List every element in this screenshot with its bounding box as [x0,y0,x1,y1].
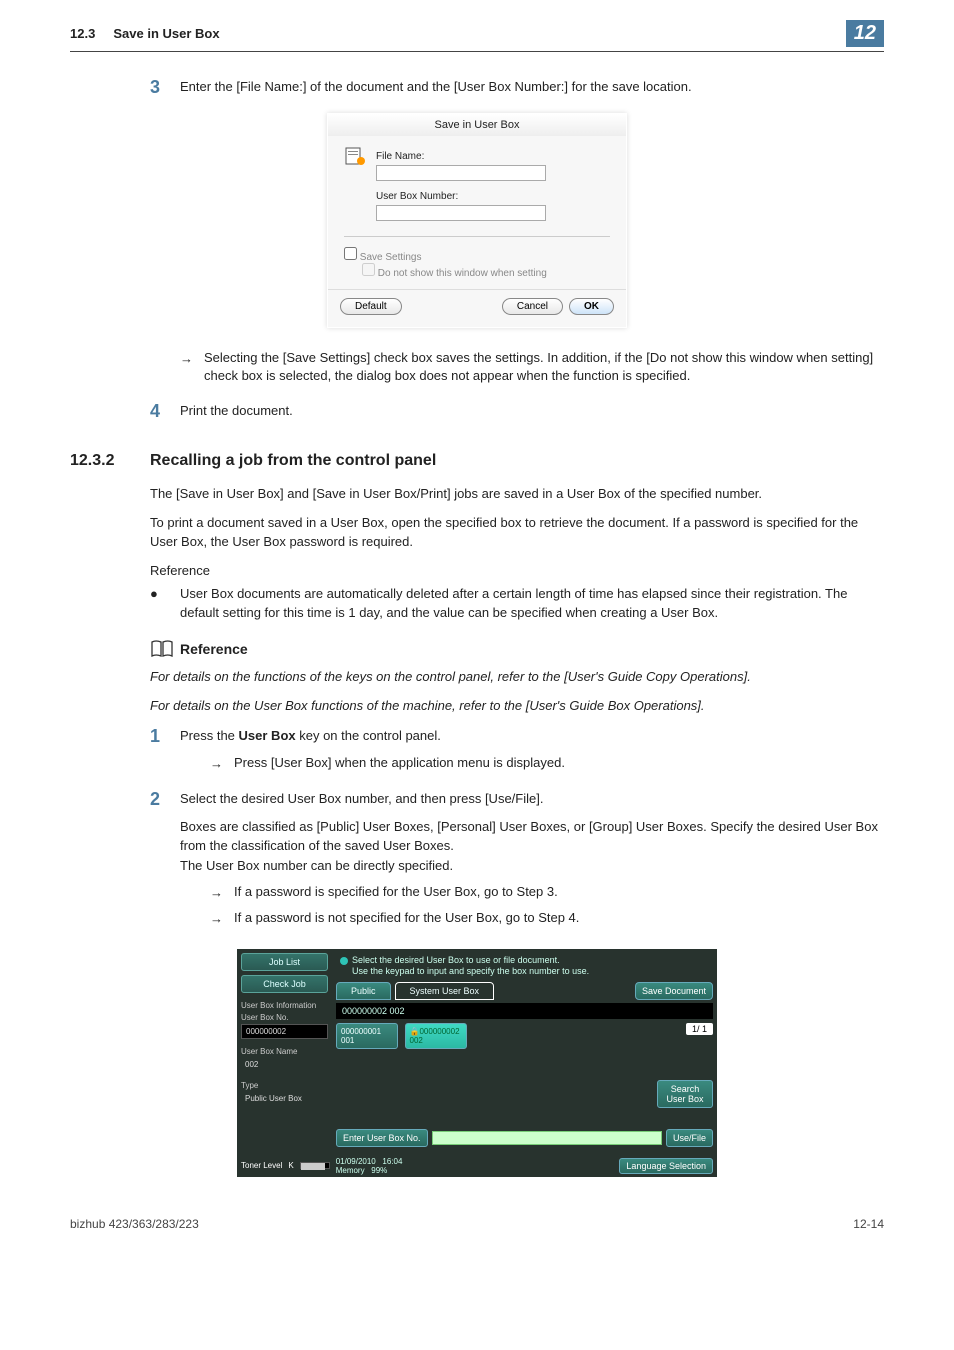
hint-bar: Select the desired User Box to use or fi… [336,953,713,979]
toner-k: K [288,1161,293,1170]
save-dialog-figure: Save in User Box File Name: User Box Num… [327,113,627,328]
indicator-icon [340,957,348,965]
use-file-button[interactable]: Use/File [666,1129,713,1147]
step-tip: Press [User Box] when the application me… [234,754,884,774]
step-tip: If a password is specified for the User … [234,883,884,903]
user-box-name-value: 002 [241,1058,328,1071]
tab-public[interactable]: Public [336,982,391,1000]
page-header: 12.3 Save in User Box 12 [70,20,884,52]
search-user-box-button[interactable]: Search User Box [657,1080,713,1108]
status-time: 16:04 [382,1157,402,1166]
bullet-text: User Box documents are automatically del… [180,585,884,623]
lock-icon: 🔒 [410,1027,420,1036]
paragraph: The [Save in User Box] and [Save in User… [150,485,884,504]
info-label: User Box Information [241,1001,328,1010]
subsection-title: Recalling a job from the control panel [150,452,436,470]
user-box-no-value: 000000002 [241,1024,328,1039]
language-selection-button[interactable]: Language Selection [619,1158,713,1174]
section-number: 12.3 [70,26,95,41]
bullet-icon: ● [150,585,180,623]
subsection-number: 12.3.2 [70,452,150,470]
paragraph: To print a document saved in a User Box,… [150,514,884,552]
default-button[interactable]: Default [340,298,402,315]
step-tip: If a password is not specified for the U… [234,909,884,929]
section-title: Save in User Box [113,26,219,41]
toner-level-label: Toner Level [241,1161,282,1170]
document-icon [344,146,368,168]
user-box-number-label: User Box Number: [376,191,610,202]
user-box-name-label: User Box Name [241,1047,328,1056]
reference-text: For details on the User Box functions of… [150,697,884,716]
chapter-badge: 12 [846,20,884,47]
user-box-no-input[interactable] [432,1131,662,1145]
type-label: Type [241,1081,328,1090]
step-text: Print the document. [180,401,884,422]
step-text-a: Press the [180,728,239,743]
reference-heading: Reference [180,641,248,657]
step-number: 3 [150,77,180,98]
do-not-show-checkbox[interactable]: Do not show this window when setting [362,268,547,279]
book-icon [150,640,174,658]
step-text-bold: User Box [239,728,296,743]
footer-model: bizhub 423/363/283/223 [70,1217,199,1231]
type-value: Public User Box [241,1092,328,1105]
step-paragraph: The User Box number can be directly spec… [180,856,884,876]
user-box-no-label: User Box No. [241,1013,328,1022]
status-date: 01/09/2010 [336,1157,376,1166]
page-indicator: 1/ 1 [686,1023,713,1035]
memory-label: Memory [336,1166,365,1175]
save-document-button[interactable]: Save Document [635,982,713,1000]
check-job-button[interactable]: Check Job [241,975,328,993]
step-paragraph: Boxes are classified as [Public] User Bo… [180,817,884,856]
arrow-icon: → [210,909,234,929]
reference-label: Reference [150,562,884,581]
step-number: 4 [150,401,180,422]
memory-value: 99% [371,1166,387,1175]
job-list-button[interactable]: Job List [241,953,328,971]
enter-user-box-no-button[interactable]: Enter User Box No. [336,1129,428,1147]
step-tip: Selecting the [Save Settings] check box … [204,349,884,385]
arrow-icon: → [210,754,234,774]
dialog-title: Save in User Box [328,114,626,136]
footer-page: 12-14 [853,1217,884,1231]
step-text-c: key on the control panel. [296,728,441,743]
save-settings-checkbox[interactable]: Save Settings [344,252,422,263]
user-box-item-selected[interactable]: 🔒000000002 002 [405,1023,467,1049]
selection-display: 000000002 002 [336,1003,713,1019]
cancel-button[interactable]: Cancel [502,298,563,315]
tab-system-user-box[interactable]: System User Box [395,982,495,1000]
step-text: Enter the [File Name:] of the document a… [180,77,884,98]
file-name-label: File Name: [376,151,610,162]
reference-text: For details on the functions of the keys… [150,668,884,687]
control-panel-figure: Job List Check Job User Box Information … [237,949,717,1177]
user-box-item[interactable]: 000000001 001 [336,1023,398,1049]
arrow-icon: → [210,883,234,903]
arrow-icon: → [180,349,204,385]
step-number: 1 [150,726,180,779]
ok-button[interactable]: OK [569,298,614,315]
step-text: Select the desired User Box number, and … [180,789,884,809]
file-name-input[interactable] [376,165,546,181]
user-box-number-input[interactable] [376,205,546,221]
step-number: 2 [150,789,180,934]
